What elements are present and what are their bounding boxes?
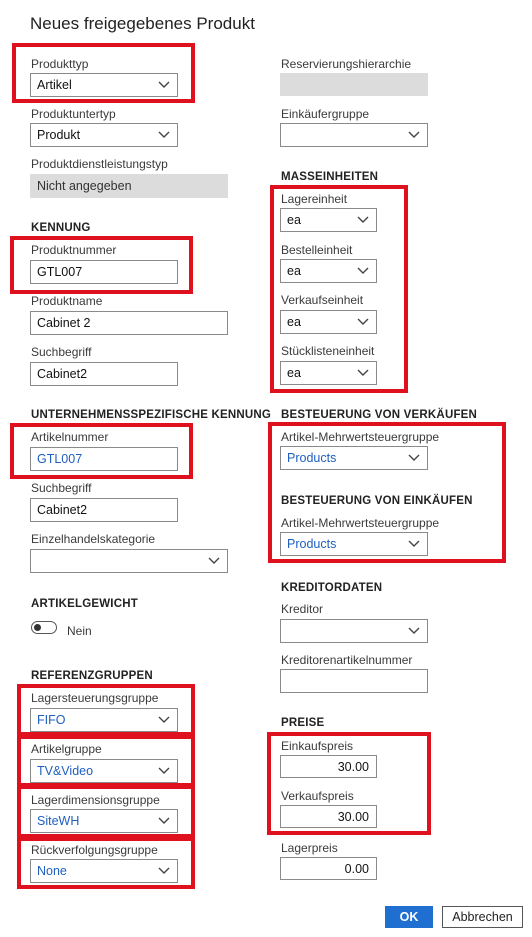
suchbegriff-2-input[interactable]: Cabinet2 <box>30 498 178 522</box>
suchbegriff-2-label: Suchbegriff <box>31 481 92 495</box>
kreditorenartikelnummer-input[interactable] <box>280 669 428 693</box>
kreditorenartikelnummer-label: Kreditorenartikelnummer <box>281 653 413 667</box>
cancel-button[interactable]: Abbrechen <box>442 906 523 928</box>
suchbegriff-label: Suchbegriff <box>31 345 92 359</box>
kennung-header: KENNUNG <box>31 222 91 234</box>
highlight-lagersteuerungsgruppe <box>17 684 195 736</box>
artikelgewicht-toggle-label: Nein <box>67 624 92 638</box>
reservierungshierarchie-field <box>280 73 428 96</box>
chevron-down-icon <box>408 627 420 634</box>
lagerpreis-value: 0.00 <box>344 862 369 876</box>
einzelhandelskategorie-label: Einzelhandelskategorie <box>31 532 156 546</box>
einkaeufergruppe-select[interactable] <box>280 123 428 147</box>
referenzgruppen-header: REFERENZGRUPPEN <box>31 670 153 682</box>
suchbegriff-value: Cabinet2 <box>37 367 88 381</box>
lagerpreis-label: Lagerpreis <box>281 841 338 855</box>
artikelgewicht-header: ARTIKELGEWICHT <box>31 598 138 610</box>
produktname-input[interactable]: Cabinet 2 <box>30 311 228 335</box>
highlight-produkttyp <box>12 43 195 103</box>
toggle-knob <box>34 623 41 631</box>
einzelhandelskategorie-select[interactable] <box>30 549 228 573</box>
produktuntertyp-value: Produkt <box>37 128 81 142</box>
highlight-besteuerung <box>268 422 506 563</box>
highlight-rueckverfolgungsgruppe <box>17 837 195 889</box>
produktname-value: Cabinet 2 <box>37 316 91 330</box>
chevron-down-icon <box>158 131 170 138</box>
produktdienstleistungstyp-value: Nicht angegeben <box>37 179 132 193</box>
lagerpreis-input[interactable]: 0.00 <box>280 857 377 880</box>
preise-header: PREISE <box>281 717 325 729</box>
suchbegriff-2-value: Cabinet2 <box>37 503 88 517</box>
chevron-down-icon <box>208 557 220 564</box>
kreditordaten-header: KREDITORDATEN <box>281 582 383 594</box>
kreditor-select[interactable] <box>280 619 428 643</box>
kreditor-label: Kreditor <box>281 602 324 616</box>
dialog-title: Neues freigegebenes Produkt <box>30 14 255 33</box>
highlight-lagerdimensionsgruppe <box>17 785 195 838</box>
reservierungshierarchie-label: Reservierungshierarchie <box>281 57 412 71</box>
ok-button[interactable]: OK <box>385 906 433 928</box>
produktuntertyp-select[interactable]: Produkt <box>30 123 178 147</box>
produktdienstleistungstyp-field: Nicht angegeben <box>30 174 228 198</box>
highlight-artikelnummer <box>10 423 193 479</box>
produktdienstleistungstyp-label: Produktdienstleistungstyp <box>31 157 168 171</box>
einkaeufergruppe-label: Einkäufergruppe <box>281 107 370 121</box>
highlight-artikelgruppe <box>17 735 195 787</box>
highlight-produktnummer <box>10 236 193 294</box>
artikelgewicht-toggle[interactable] <box>31 621 57 634</box>
suchbegriff-input[interactable]: Cabinet2 <box>30 362 178 386</box>
masseinheiten-header: MASSEINHEITEN <box>281 171 379 183</box>
highlight-preise <box>267 732 431 835</box>
unternehmen-header: UNTERNEHMENSSPEZIFISCHE KENNUNG <box>31 409 272 421</box>
produktname-label: Produktname <box>31 294 103 308</box>
chevron-down-icon <box>408 131 420 138</box>
besteuerung-verkauf-header: BESTEUERUNG VON VERKÄUFEN <box>281 409 478 421</box>
highlight-masseinheiten <box>270 185 408 393</box>
produktuntertyp-label: Produktuntertyp <box>31 107 116 121</box>
